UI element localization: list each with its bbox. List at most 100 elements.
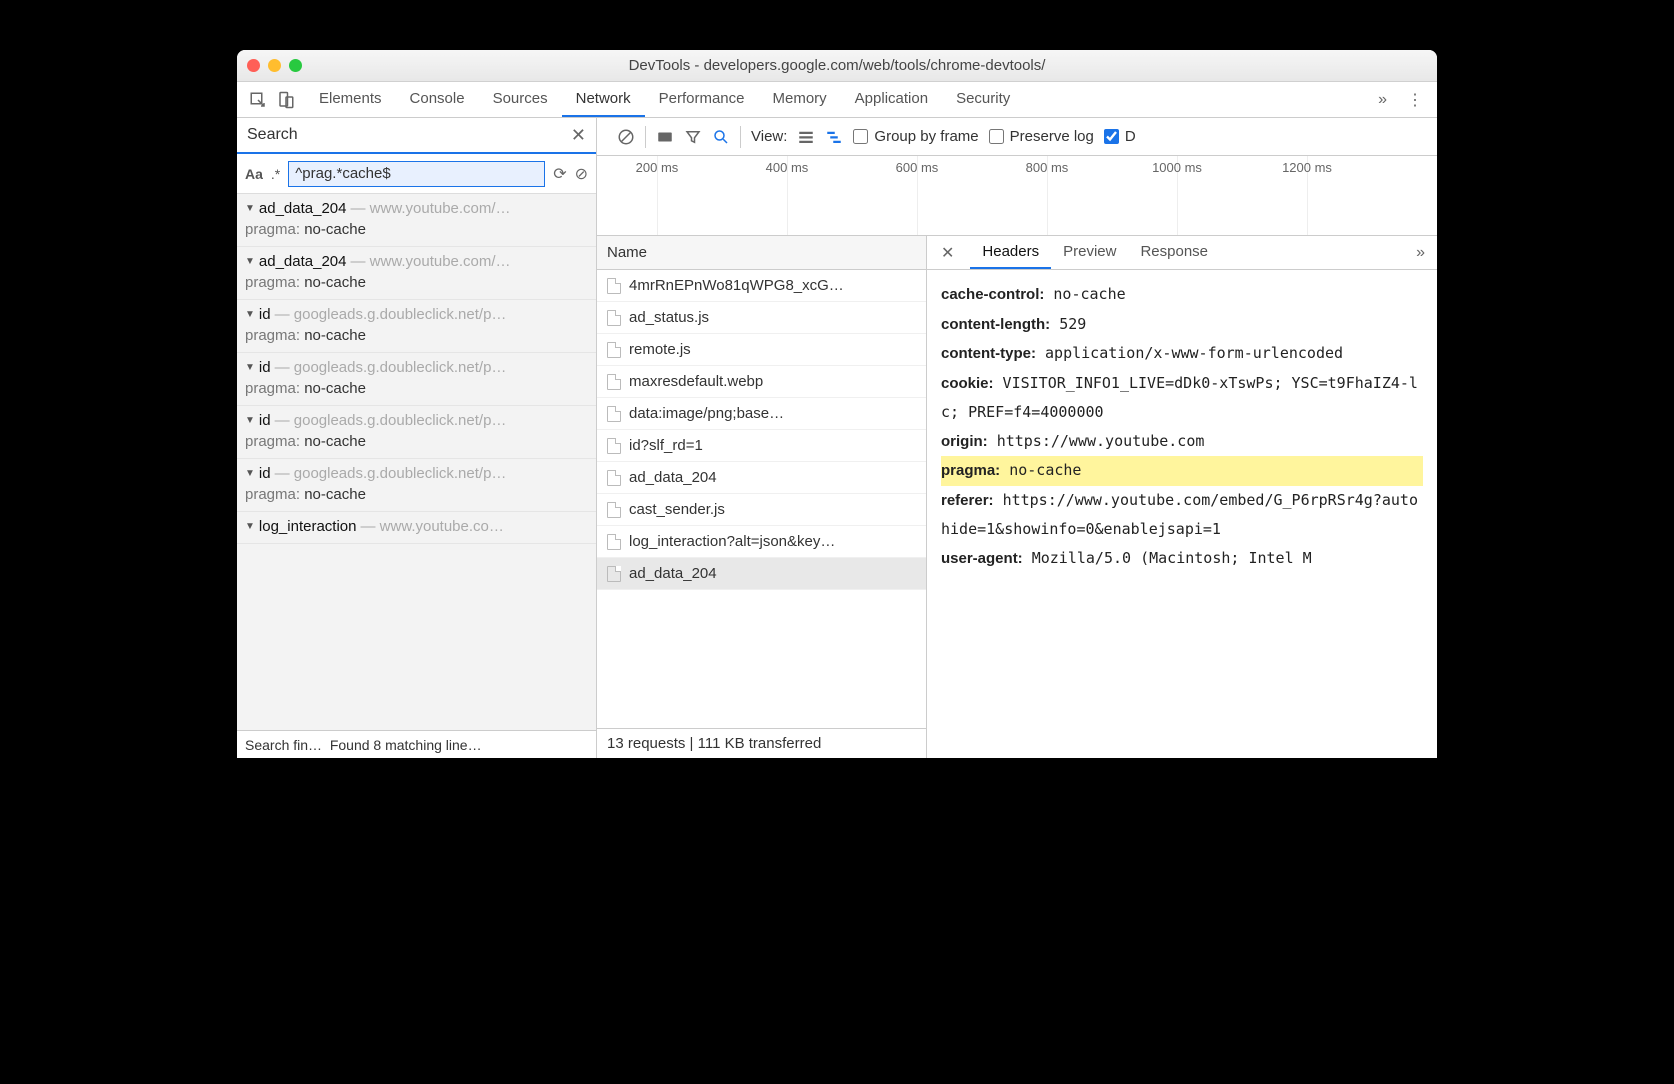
result-name: id <box>259 465 271 482</box>
tab-network[interactable]: Network <box>562 82 645 117</box>
request-row[interactable]: ad_data_204 <box>597 462 926 494</box>
result-domain: — www.youtube.com/… <box>351 253 511 270</box>
request-name: 4mrRnEPnWo81qWPG8_xcG… <box>629 277 844 294</box>
clear-search-icon[interactable]: ⊘ <box>575 164 588 184</box>
tab-memory[interactable]: Memory <box>759 82 841 117</box>
tab-performance[interactable]: Performance <box>645 82 759 117</box>
timeline-tick: 400 ms <box>766 160 809 175</box>
result-domain: — googleads.g.doubleclick.net/p… <box>275 412 507 429</box>
result-name: id <box>259 412 271 429</box>
search-result[interactable]: ▼ad_data_204 — www.youtube.com/…pragma: … <box>237 247 596 300</box>
file-icon <box>607 406 621 422</box>
search-icon[interactable] <box>712 128 730 146</box>
request-details: ✕ HeadersPreviewResponse » cache-control… <box>927 236 1437 758</box>
search-result[interactable]: ▼ id — googleads.g.doubleclick.net/p… prag… <box>237 459 596 512</box>
tab-console[interactable]: Console <box>396 82 479 117</box>
group-by-frame-checkbox[interactable]: Group by frame <box>853 128 978 145</box>
device-toggle-icon[interactable] <box>277 91 295 109</box>
request-row[interactable]: id?slf_rd=1 <box>597 430 926 462</box>
filter-icon[interactable] <box>684 128 702 146</box>
timeline-tick: 1200 ms <box>1282 160 1332 175</box>
search-result[interactable]: ▼log_interaction — www.youtube.co… <box>237 512 596 544</box>
header-row[interactable]: cookie: VISITOR_INFO1_LIVE=dDk0-xTswPs; … <box>941 369 1423 427</box>
close-details-icon[interactable]: ✕ <box>931 243 964 263</box>
file-icon <box>607 374 621 390</box>
result-domain: — googleads.g.doubleclick.net/p… <box>275 359 507 376</box>
result-value: no-cache <box>304 274 366 291</box>
header-key: pragma: <box>941 462 1000 479</box>
capture-screenshots-icon[interactable] <box>656 128 674 146</box>
request-row[interactable]: ad_data_204 <box>597 558 926 590</box>
request-name: cast_sender.js <box>629 501 725 518</box>
details-tab-headers[interactable]: Headers <box>970 236 1051 269</box>
chevron-down-icon: ▼ <box>245 362 255 373</box>
search-result[interactable]: ▼id — googleads.g.doubleclick.net/p…prag… <box>237 406 596 459</box>
tab-application[interactable]: Application <box>841 82 942 117</box>
main-tabs: ElementsConsoleSourcesNetworkPerformance… <box>237 82 1437 118</box>
view-label: View: <box>751 128 787 145</box>
header-key: content-type: <box>941 345 1036 362</box>
request-name: log_interaction?alt=json&key… <box>629 533 835 550</box>
request-row[interactable]: log_interaction?alt=json&key… <box>597 526 926 558</box>
header-row[interactable]: content-type: application/x-www-form-url… <box>941 339 1423 369</box>
inspect-icon[interactable] <box>249 91 267 109</box>
header-value: no-cache <box>1053 285 1125 303</box>
preserve-log-label: Preserve log <box>1010 128 1094 145</box>
tab-security[interactable]: Security <box>942 82 1024 117</box>
result-domain: — googleads.g.doubleclick.net/p… <box>275 465 507 482</box>
regex-toggle[interactable]: .* <box>271 166 280 182</box>
request-name: ad_status.js <box>629 309 709 326</box>
request-name: maxresdefault.webp <box>629 373 763 390</box>
timeline-tick: 600 ms <box>896 160 939 175</box>
header-key: referer: <box>941 492 994 509</box>
request-name: data:image/png;base… <box>629 405 784 422</box>
timeline[interactable]: 200 ms400 ms600 ms800 ms1000 ms1200 ms <box>597 156 1437 236</box>
search-results: ▼ad_data_204 — www.youtube.com/…pragma: … <box>237 194 596 730</box>
preserve-log-checkbox[interactable]: Preserve log <box>989 128 1094 145</box>
result-key: pragma: <box>245 486 300 503</box>
timeline-tick: 1000 ms <box>1152 160 1202 175</box>
search-result[interactable]: ▼ad_data_204 — www.youtube.com/…pragma: … <box>237 194 596 247</box>
network-toolbar: View: Group by frame Preserve log <box>597 118 1437 156</box>
result-name: id <box>259 306 271 323</box>
file-icon <box>607 470 621 486</box>
header-row[interactable]: content-length: 529 <box>941 310 1423 340</box>
request-row[interactable]: remote.js <box>597 334 926 366</box>
details-tab-preview[interactable]: Preview <box>1051 236 1128 269</box>
kebab-menu-icon[interactable]: ⋮ <box>1399 90 1431 110</box>
header-row[interactable]: origin: https://www.youtube.com <box>941 427 1423 457</box>
titlebar: DevTools - developers.google.com/web/too… <box>237 50 1437 82</box>
disable-cache-checkbox[interactable]: D <box>1104 128 1136 145</box>
search-result[interactable]: ▼id — googleads.g.doubleclick.net/p…prag… <box>237 300 596 353</box>
search-result[interactable]: ▼id — googleads.g.doubleclick.net/p…prag… <box>237 353 596 406</box>
header-row[interactable]: pragma: no-cache <box>941 456 1423 486</box>
refresh-search-icon[interactable]: ⟳ <box>553 164 566 184</box>
match-case-toggle[interactable]: Aa <box>245 166 263 182</box>
result-name: log_interaction <box>259 518 357 535</box>
header-row[interactable]: referer: https://www.youtube.com/embed/G… <box>941 486 1423 544</box>
details-overflow-icon[interactable]: » <box>1408 244 1433 262</box>
tab-elements[interactable]: Elements <box>305 82 396 117</box>
request-row[interactable]: cast_sender.js <box>597 494 926 526</box>
header-value: no-cache <box>1009 461 1081 479</box>
search-input[interactable] <box>288 161 545 187</box>
result-key: pragma: <box>245 327 300 344</box>
request-row[interactable]: ad_status.js <box>597 302 926 334</box>
tab-sources[interactable]: Sources <box>479 82 562 117</box>
search-toolbar: Aa .* ⟳ ⊘ <box>237 154 596 194</box>
overflow-icon[interactable]: » <box>1370 91 1395 109</box>
waterfall-icon[interactable] <box>825 128 843 146</box>
clear-log-icon[interactable] <box>617 128 635 146</box>
requests-column: Name 4mrRnEPnWo81qWPG8_xcG… ad_status.jsr… <box>597 236 927 758</box>
request-row[interactable]: data:image/png;base… <box>597 398 926 430</box>
header-row[interactable]: cache-control: no-cache <box>941 280 1423 310</box>
large-rows-icon[interactable] <box>797 128 815 146</box>
close-search-icon[interactable]: ✕ <box>571 125 586 146</box>
file-icon <box>607 534 621 550</box>
request-row[interactable]: 4mrRnEPnWo81qWPG8_xcG… <box>597 270 926 302</box>
request-row[interactable]: maxresdefault.webp <box>597 366 926 398</box>
chevron-down-icon: ▼ <box>245 468 255 479</box>
details-tab-response[interactable]: Response <box>1128 236 1220 269</box>
header-row[interactable]: user-agent: Mozilla/5.0 (Macintosh; Inte… <box>941 544 1423 574</box>
requests-column-header[interactable]: Name <box>597 236 926 270</box>
